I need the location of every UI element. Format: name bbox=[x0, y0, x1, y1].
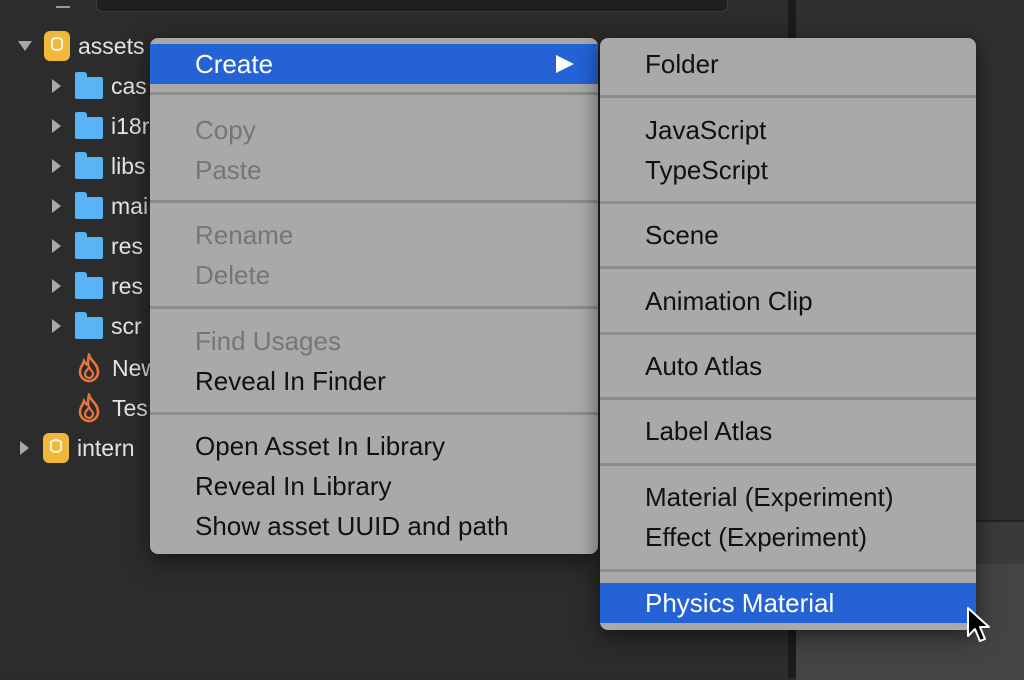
database-icon bbox=[43, 433, 69, 463]
menu-item-label: Show asset UUID and path bbox=[195, 511, 509, 541]
tree-row-folder[interactable]: scr bbox=[52, 306, 142, 346]
menu-separator bbox=[600, 463, 976, 466]
tree-label: cas bbox=[111, 72, 147, 99]
menu-item-effect-experiment[interactable]: Effect (Experiment) bbox=[600, 517, 976, 557]
tree-row-folder[interactable]: res bbox=[52, 266, 143, 306]
menu-separator bbox=[600, 266, 976, 269]
menu-separator bbox=[150, 412, 598, 415]
menu-item-delete[interactable]: Delete bbox=[150, 255, 598, 295]
folder-icon bbox=[75, 152, 103, 179]
chevron-right-icon[interactable] bbox=[52, 199, 61, 213]
menu-item-label: Create bbox=[195, 49, 274, 79]
menu-item-label: Paste bbox=[195, 155, 262, 185]
toolbar-icon[interactable] bbox=[56, 0, 70, 8]
menu-item-auto-atlas[interactable]: Auto Atlas bbox=[600, 346, 976, 386]
menu-item-label: Copy bbox=[195, 115, 256, 145]
tree-row-folder[interactable]: cas bbox=[52, 66, 147, 106]
tree-row-scene[interactable]: New bbox=[52, 348, 158, 388]
tree-row-folder[interactable]: res bbox=[52, 226, 143, 266]
menu-item-label: Scene bbox=[645, 220, 719, 250]
menu-item-label: Reveal In Library bbox=[195, 471, 392, 501]
fire-icon bbox=[78, 393, 100, 423]
menu-item-label: Label Atlas bbox=[645, 416, 773, 446]
search-input[interactable] bbox=[96, 0, 728, 12]
menu-item-label: Find Usages bbox=[195, 326, 341, 356]
chevron-right-icon[interactable] bbox=[52, 159, 61, 173]
menu-separator bbox=[600, 397, 976, 400]
menu-item-reveal-in-finder[interactable]: Reveal In Finder bbox=[150, 361, 598, 401]
menu-item-label: Auto Atlas bbox=[645, 351, 763, 381]
chevron-right-icon[interactable] bbox=[52, 119, 61, 133]
tree-label: res bbox=[111, 232, 143, 259]
menu-item-label: Material (Experiment) bbox=[645, 482, 894, 512]
menu-item-label: Delete bbox=[195, 260, 271, 290]
menu-separator bbox=[150, 200, 598, 203]
mouse-pointer-icon bbox=[967, 607, 990, 642]
menu-item-copy[interactable]: Copy bbox=[150, 110, 598, 150]
submenu-arrow-icon bbox=[556, 55, 574, 73]
menu-item-label: Physics Material bbox=[645, 588, 835, 618]
menu-item-reveal-in-library[interactable]: Reveal In Library bbox=[150, 466, 598, 506]
tree-row-folder[interactable]: i18r bbox=[52, 106, 149, 146]
menu-item-label: Reveal In Finder bbox=[195, 366, 386, 396]
tree-row-internal[interactable]: intern bbox=[20, 428, 135, 468]
menu-separator bbox=[150, 306, 598, 309]
chevron-down-icon[interactable] bbox=[18, 41, 32, 51]
menu-item-scene[interactable]: Scene bbox=[600, 215, 976, 255]
folder-icon bbox=[75, 232, 103, 259]
menu-item-paste[interactable]: Paste bbox=[150, 150, 598, 190]
menu-separator bbox=[150, 92, 598, 95]
menu-separator bbox=[600, 332, 976, 335]
tree-label: mai bbox=[111, 192, 149, 219]
context-menu: Create Copy Paste Rename Delete Find Usa… bbox=[150, 38, 598, 554]
menu-item-label: Effect (Experiment) bbox=[645, 522, 868, 552]
tree-label: scr bbox=[111, 312, 142, 339]
tree-row-folder[interactable]: libs bbox=[52, 146, 146, 186]
menu-item-folder[interactable]: Folder bbox=[600, 44, 976, 84]
menu-item-label: Animation Clip bbox=[645, 286, 813, 316]
tree-label: i18r bbox=[111, 112, 150, 139]
chevron-right-icon[interactable] bbox=[52, 239, 61, 253]
tree-row-assets[interactable]: assets bbox=[18, 26, 144, 66]
chevron-right-icon[interactable] bbox=[52, 79, 61, 93]
tree-label: res bbox=[111, 272, 143, 299]
menu-item-create[interactable]: Create bbox=[150, 44, 598, 84]
tree-row-folder[interactable]: mai bbox=[52, 186, 148, 226]
folder-icon bbox=[75, 272, 103, 299]
menu-item-rename[interactable]: Rename bbox=[150, 215, 598, 255]
menu-item-label: Rename bbox=[195, 220, 294, 250]
menu-separator bbox=[600, 569, 976, 572]
menu-item-label-atlas[interactable]: Label Atlas bbox=[600, 411, 976, 451]
tree-label: libs bbox=[111, 152, 146, 179]
menu-item-label: Open Asset In Library bbox=[195, 431, 446, 461]
folder-icon bbox=[75, 112, 103, 139]
tree-row-scene[interactable]: Tes bbox=[52, 388, 148, 428]
folder-icon bbox=[75, 312, 103, 339]
menu-item-find-usages[interactable]: Find Usages bbox=[150, 321, 598, 361]
menu-item-label: TypeScript bbox=[645, 155, 768, 185]
tree-label: Tes bbox=[112, 394, 148, 421]
menu-item-physics-material[interactable]: Physics Material bbox=[600, 583, 976, 623]
chevron-right-icon[interactable] bbox=[20, 441, 29, 455]
menu-separator bbox=[600, 95, 976, 98]
fire-icon bbox=[78, 353, 100, 383]
folder-icon bbox=[75, 192, 103, 219]
menu-separator bbox=[600, 201, 976, 204]
chevron-right-icon[interactable] bbox=[52, 319, 61, 333]
create-submenu: Folder JavaScript TypeScript Scene Anima… bbox=[600, 38, 976, 630]
menu-item-animation-clip[interactable]: Animation Clip bbox=[600, 281, 976, 321]
folder-icon bbox=[75, 72, 103, 99]
menu-item-material-experiment[interactable]: Material (Experiment) bbox=[600, 477, 976, 517]
menu-item-label: JavaScript bbox=[645, 115, 767, 145]
menu-item-open-asset-in-library[interactable]: Open Asset In Library bbox=[150, 426, 598, 466]
menu-item-show-uuid-path[interactable]: Show asset UUID and path bbox=[150, 506, 598, 546]
database-icon bbox=[44, 31, 70, 61]
tree-label: intern bbox=[77, 434, 135, 461]
tree-label: assets bbox=[78, 32, 145, 59]
menu-item-typescript[interactable]: TypeScript bbox=[600, 150, 976, 190]
chevron-right-icon[interactable] bbox=[52, 279, 61, 293]
menu-item-javascript[interactable]: JavaScript bbox=[600, 110, 976, 150]
menu-item-label: Folder bbox=[645, 49, 719, 79]
